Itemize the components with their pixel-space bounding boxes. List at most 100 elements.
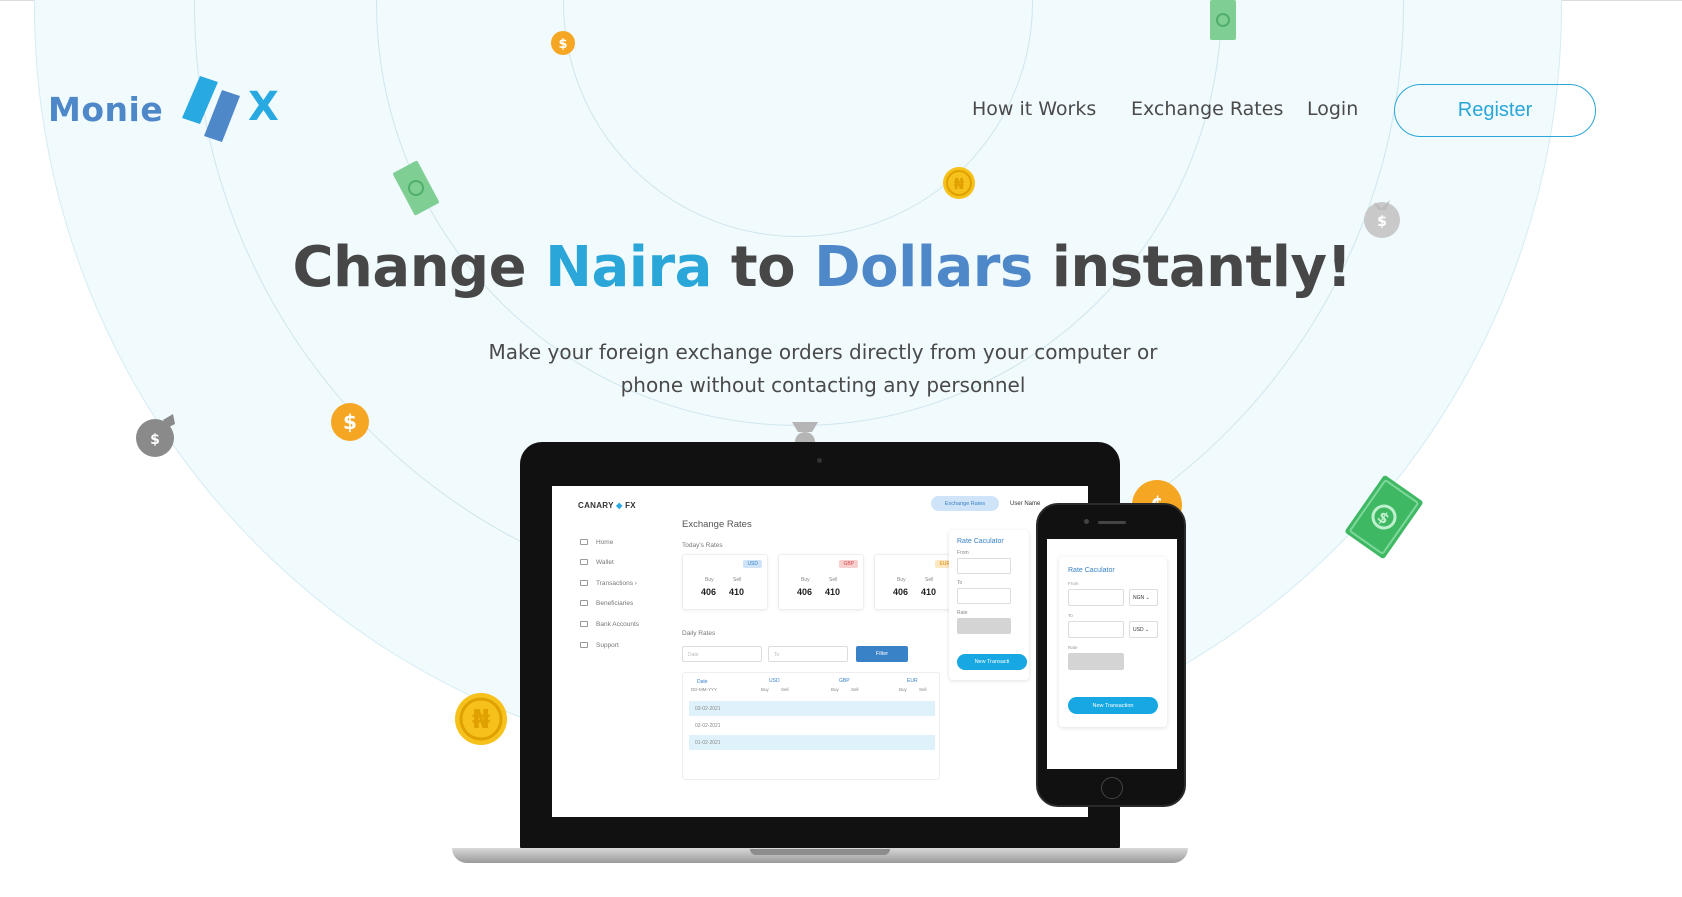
table-header-usd: USD	[769, 678, 780, 684]
rate-label: Rate	[957, 610, 968, 616]
nav-exchange-rates[interactable]: Exchange Rates	[1131, 98, 1283, 120]
hero-title-naira: Naira	[545, 235, 712, 300]
sell-label: Sell	[925, 577, 934, 583]
table-header-eur: EUR	[907, 678, 918, 684]
money-bag-icon: $	[1364, 200, 1400, 238]
laptop-mockup: CANARY ◆ FX Home Wallet Transactions › B…	[520, 442, 1120, 852]
tab-exchange-rates[interactable]: Exchange Rates	[931, 496, 999, 511]
coin-icon: $	[551, 31, 575, 55]
rate-card-eur: EUR Buy Sell 406 410	[874, 554, 960, 610]
to-label: To	[957, 580, 963, 586]
transactions-icon	[580, 580, 588, 587]
date-from-input[interactable]: Date	[682, 646, 762, 662]
daily-rates-label: Daily Rates	[682, 630, 716, 637]
sidebar-item-label: Beneficiaries	[596, 600, 634, 607]
phone-new-transaction-button[interactable]: New Transaction	[1068, 697, 1158, 714]
chevron-right-icon: ›	[634, 580, 637, 587]
support-icon	[580, 642, 588, 649]
sell-label: Sell	[733, 577, 742, 583]
phone-from-label: From	[1068, 581, 1079, 586]
new-transaction-button[interactable]: New Transacti	[957, 654, 1027, 670]
phone-to-currency-select[interactable]: USD ⌄	[1129, 621, 1158, 638]
buy-value: 406	[893, 587, 909, 597]
buy-label: Buy	[897, 577, 906, 583]
laptop-screen: CANARY ◆ FX Home Wallet Transactions › B…	[552, 486, 1088, 817]
sidebar-item-support[interactable]: Support	[580, 642, 619, 649]
app-logo-mark-icon: ◆	[616, 501, 623, 510]
app-logo: CANARY ◆ FX	[578, 501, 636, 510]
to-input[interactable]	[957, 588, 1011, 604]
register-button[interactable]: Register	[1394, 84, 1596, 137]
phone-from-currency-select[interactable]: NGN ⌄	[1129, 589, 1158, 606]
phone-to-label: To	[1068, 613, 1073, 618]
hero-title: Change Naira to Dollars instantly!	[0, 235, 1644, 300]
buy-label: Buy	[801, 577, 810, 583]
filter-button[interactable]: Filter	[856, 646, 908, 662]
phone-calculator-title: Rate Caculator	[1068, 567, 1115, 574]
date-to-input[interactable]: To	[768, 646, 848, 662]
nav-login[interactable]: Login	[1307, 98, 1358, 120]
svg-text:₦: ₦	[954, 175, 965, 193]
hero-title-part3: instantly!	[1032, 235, 1352, 300]
beneficiaries-icon	[580, 600, 588, 607]
hero-subtitle-line2: phone without contacting any personnel	[620, 373, 1026, 397]
money-bag-icon	[792, 422, 818, 444]
home-icon	[580, 539, 588, 546]
svg-text:₦: ₦	[472, 705, 490, 735]
sidebar-item-bank-accounts[interactable]: Bank Accounts	[580, 621, 639, 628]
rate-output	[957, 618, 1011, 634]
coin-icon: $	[331, 403, 369, 441]
user-name[interactable]: User Name	[1010, 501, 1040, 507]
date-from-placeholder: Date	[688, 652, 699, 658]
svg-text:$: $	[150, 432, 160, 448]
wallet-icon	[580, 559, 588, 566]
sell-value: 410	[825, 587, 841, 597]
svg-text:$: $	[343, 410, 357, 434]
buy-value: 406	[797, 587, 813, 597]
date-to-placeholder: To	[774, 652, 780, 658]
phone-to-input[interactable]	[1068, 621, 1124, 638]
buy-label: Buy	[705, 577, 714, 583]
phone-rate-calculator: Rate Caculator From NGN ⌄ To USD ⌄ Rate …	[1059, 557, 1167, 727]
rate-calculator-panel: Rate Caculator From To Rate New Transact…	[949, 530, 1029, 680]
logo-mark-icon	[182, 76, 240, 142]
sidebar-item-transactions[interactable]: Transactions ›	[580, 580, 637, 587]
chevron-down-icon: ⌄	[1145, 595, 1150, 601]
sidebar-item-wallet[interactable]: Wallet	[580, 559, 614, 566]
app-logo-left: CANARY	[578, 501, 614, 510]
banknote-icon: $	[1345, 475, 1423, 559]
table-row[interactable]: 02-02-2021	[689, 718, 935, 733]
phone-camera	[1084, 519, 1089, 524]
hero-title-part1: Change	[292, 235, 546, 300]
page-title: Exchange Rates	[682, 519, 752, 530]
brand-logo[interactable]: Monie X	[48, 76, 288, 146]
money-bag-icon: $	[136, 414, 175, 457]
from-input[interactable]	[957, 558, 1011, 574]
table-buy-label: Buy	[831, 687, 839, 692]
banknote-icon	[393, 160, 439, 216]
naira-coin-icon: ₦	[943, 167, 975, 199]
phone-rate-output	[1068, 653, 1124, 670]
table-date-format: DD-MM-YYY	[691, 687, 717, 692]
sidebar-item-beneficiaries[interactable]: Beneficiaries	[580, 600, 633, 607]
table-row[interactable]: 03-02-2021	[689, 701, 935, 716]
nav-how-it-works[interactable]: How it Works	[972, 98, 1096, 120]
svg-text:$: $	[558, 37, 567, 52]
sell-label: Sell	[829, 577, 838, 583]
table-sell-label: Sell	[781, 687, 789, 692]
table-header-date: Date	[697, 679, 708, 685]
hero-title-dollars: Dollars	[814, 235, 1033, 300]
sidebar-item-home[interactable]: Home	[580, 539, 613, 546]
phone-from-input[interactable]	[1068, 589, 1124, 606]
svg-text:$: $	[1377, 214, 1387, 230]
table-row[interactable]: 01-02-2021	[689, 735, 935, 750]
brand-name: Monie	[48, 90, 164, 129]
sidebar-item-label: Support	[596, 642, 619, 649]
bank-icon	[580, 621, 588, 628]
rate-card-usd: USD Buy Sell 406 410	[682, 554, 768, 610]
naira-coin-icon: ₦	[455, 693, 507, 745]
sell-value: 410	[729, 587, 745, 597]
rate-card-gbp: GBP Buy Sell 406 410	[778, 554, 864, 610]
app-logo-right: FX	[625, 501, 636, 510]
buy-value: 406	[701, 587, 717, 597]
